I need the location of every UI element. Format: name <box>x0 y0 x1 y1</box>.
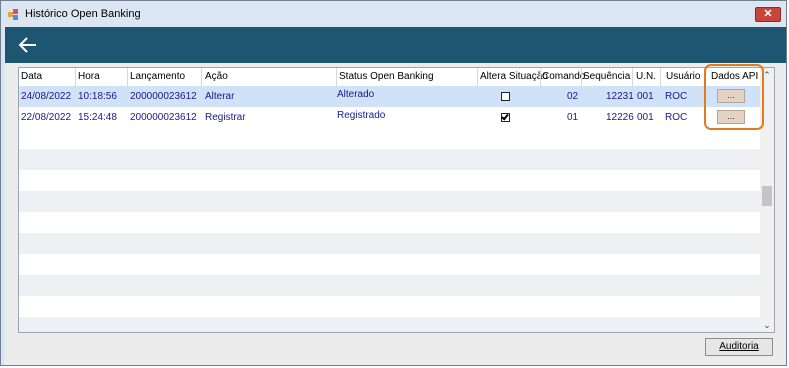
empty-row <box>19 296 760 317</box>
column-separator <box>201 68 202 86</box>
title-bar: Histórico Open Banking ✕ <box>1 1 786 27</box>
column-header-status[interactable]: Status Open Banking <box>339 71 434 82</box>
grid-header: Data Hora Lançamento Ação Status Open Ba… <box>19 68 760 86</box>
column-header-data[interactable]: Data <box>21 71 42 82</box>
column-header-sequencia[interactable]: Sequência <box>583 71 630 82</box>
column-separator <box>127 68 128 86</box>
cell-status: Registrado <box>337 110 386 121</box>
cell-acao: Alterar <box>205 91 235 102</box>
empty-row <box>19 128 760 149</box>
cell-lancamento: 200000023612 <box>130 91 197 102</box>
chevron-down-icon[interactable]: ⌄ <box>760 318 774 332</box>
column-header-altera-situacao[interactable]: Altera Situação <box>480 71 548 82</box>
cell-status: Alterado <box>337 89 375 100</box>
column-separator <box>336 68 337 86</box>
cell-hora: 10:18:56 <box>78 91 117 102</box>
cell-data: 22/08/2022 <box>21 112 72 123</box>
column-separator <box>581 68 582 86</box>
empty-row <box>19 212 760 233</box>
auditoria-button[interactable]: Auditoria <box>705 338 773 356</box>
cell-usuario: ROC <box>665 91 688 102</box>
header-band <box>5 27 786 63</box>
cell-comando: 01 <box>567 112 579 123</box>
column-header-comando[interactable]: Comando <box>542 71 585 82</box>
dados-api-highlight <box>704 64 764 130</box>
altera-situacao-checkbox[interactable] <box>501 92 510 101</box>
content-area: Data Hora Lançamento Ação Status Open Ba… <box>5 63 786 365</box>
empty-row <box>19 191 760 212</box>
cell-usuario: ROC <box>665 112 688 123</box>
empty-row <box>19 170 760 191</box>
history-window: Histórico Open Banking ✕ Data Hora Lança… <box>0 0 787 366</box>
column-separator <box>75 68 76 86</box>
cell-un: 001 <box>637 112 654 123</box>
column-header-acao[interactable]: Ação <box>205 71 228 82</box>
history-grid: Data Hora Lançamento Ação Status Open Ba… <box>18 67 775 333</box>
app-icon <box>8 9 18 20</box>
close-button[interactable]: ✕ <box>755 7 781 22</box>
cell-sequencia: 12226 <box>606 112 634 123</box>
cell-sequencia: 12231 <box>606 91 634 102</box>
table-row[interactable]: 22/08/2022 15:24:48 200000023612 Registr… <box>19 107 760 128</box>
column-separator <box>540 68 541 86</box>
checkmark-icon <box>501 112 509 121</box>
cell-data: 24/08/2022 <box>21 91 72 102</box>
arrow-left-icon[interactable] <box>17 36 39 54</box>
column-header-un[interactable]: U.N. <box>636 71 656 82</box>
table-row[interactable]: 24/08/2022 10:18:56 200000023612 Alterar… <box>19 86 760 107</box>
column-header-hora[interactable]: Hora <box>78 71 100 82</box>
column-header-lancamento[interactable]: Lançamento <box>130 71 185 82</box>
cell-un: 001 <box>637 91 654 102</box>
window-title: Histórico Open Banking <box>25 8 141 20</box>
cell-lancamento: 200000023612 <box>130 112 197 123</box>
altera-situacao-checkbox[interactable] <box>501 112 510 122</box>
empty-row <box>19 317 760 332</box>
empty-row <box>19 254 760 275</box>
scroll-thumb[interactable] <box>762 186 772 206</box>
empty-row <box>19 149 760 170</box>
column-header-usuario[interactable]: Usuário <box>666 71 700 82</box>
column-separator <box>660 68 661 86</box>
empty-row <box>19 275 760 296</box>
column-separator <box>477 68 478 86</box>
cell-acao: Registrar <box>205 112 246 123</box>
cell-hora: 15:24:48 <box>78 112 117 123</box>
column-separator <box>632 68 633 86</box>
cell-comando: 02 <box>567 91 579 102</box>
empty-row <box>19 233 760 254</box>
